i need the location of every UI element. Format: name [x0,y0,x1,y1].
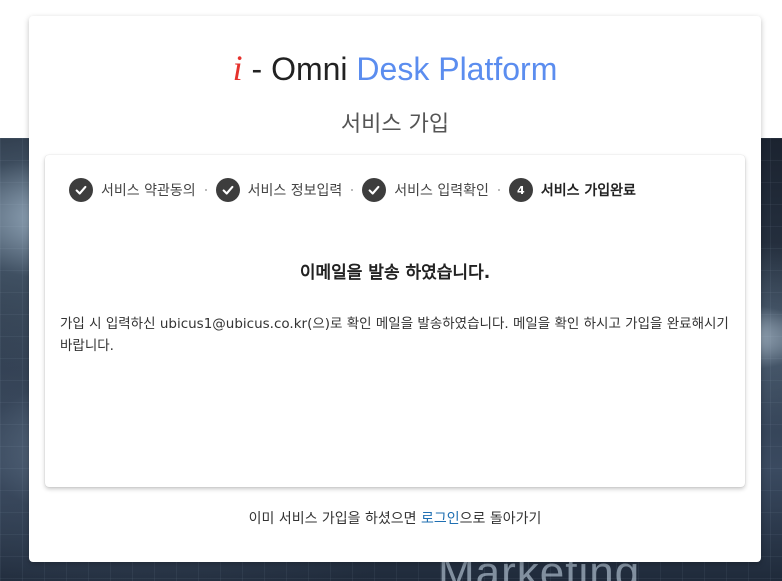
content-card: 서비스 약관동의 서비스 정보입력 서비스 입력확인 4 서비스 가입완료 이메… [45,155,745,487]
back-to-login-prefix: 이미 서비스 가입을 하셨으면 [248,511,421,527]
step-label: 서비스 가입완료 [540,183,636,199]
email-sent-message: 가입 시 입력하신 ubicus1@ubicus.co.kr(으)로 확인 메일… [60,316,729,354]
step-label: 서비스 입력확인 [394,183,489,199]
signup-stepper: 서비스 약관동의 서비스 정보입력 서비스 입력확인 4 서비스 가입완료 [69,178,636,202]
back-to-login-line: 이미 서비스 가입을 하셨으면 로그인으로 돌아가기 [29,508,761,528]
step-terms-agreement: 서비스 약관동의 [69,178,196,202]
step-number-badge: 4 [508,178,533,202]
check-icon [215,178,240,202]
back-to-login-suffix: 으로 돌아가기 [459,511,542,527]
step-divider [497,189,500,191]
brand-i-mark: i [232,48,243,88]
step-label: 서비스 정보입력 [247,183,343,199]
signup-card: i - Omni Desk Platform 서비스 가입 서비스 약관동의 서… [29,16,761,562]
step-label: 서비스 약관동의 [101,183,196,199]
email-sent-heading: 이메일을 발송 하였습니다. [299,263,491,283]
check-icon [362,178,387,202]
brand-desk-platform: Desk Platform [356,51,558,87]
signup-page: Marketing i - Omni Desk Platform 서비스 가입 … [0,0,782,581]
page-title: 서비스 가입 [340,112,450,137]
step-info-input: 서비스 정보입력 [215,178,343,202]
brand-logo: i - Omni Desk Platform [29,48,761,89]
step-input-confirm: 서비스 입력확인 [362,178,489,202]
brand-omni: Omni [271,51,357,87]
step-divider [351,189,354,191]
check-icon [69,178,93,202]
step-divider [204,189,207,191]
login-link[interactable]: 로그인 [421,511,460,527]
brand-dash: - [242,51,272,87]
step-signup-complete: 4 서비스 가입완료 [508,178,636,202]
